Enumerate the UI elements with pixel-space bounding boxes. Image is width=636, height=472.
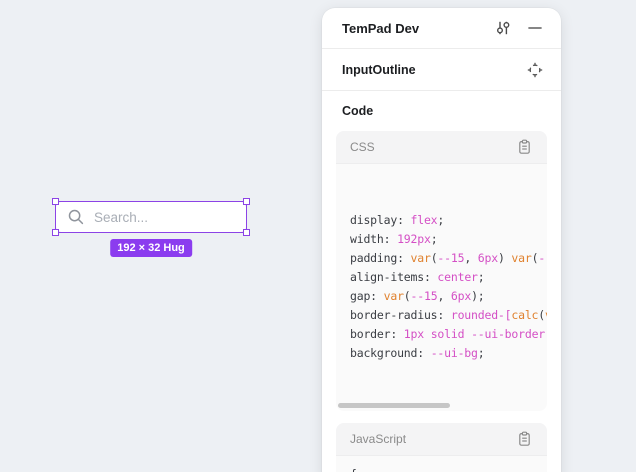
code-line: border: 1px solid --ui-border-c (350, 325, 547, 344)
code-line: background: --ui-bg; (350, 344, 547, 363)
js-code-block: { display: 'flex', width: '192px', paddi… (336, 456, 547, 472)
tempad-dev-panel: TemPad Dev InputOutline (322, 8, 561, 472)
code-line: align-items: center; (350, 268, 547, 287)
code-line: display: flex; (350, 211, 547, 230)
css-code-block: display: flex;width: 192px;padding: var(… (336, 164, 547, 411)
search-icon (67, 208, 85, 226)
component-name: InputOutline (342, 63, 524, 77)
js-code-card: JavaScript { display: 'flex', width: '19… (336, 423, 547, 472)
code-section: Code CSS display: flex;width: 192px;padd… (322, 91, 561, 472)
panel-title: TemPad Dev (342, 21, 492, 36)
code-line: gap: var(--15, 6px); (350, 287, 547, 306)
code-section-heading: Code (342, 104, 547, 119)
js-card-header: JavaScript (336, 423, 547, 456)
code-line: border-radius: rounded-[calc(var (350, 306, 547, 325)
locate-crosshair-icon[interactable] (524, 59, 546, 81)
selected-component-row: InputOutline (322, 49, 561, 91)
horizontal-scrollbar[interactable] (338, 403, 450, 408)
search-placeholder: Search... (94, 210, 148, 225)
css-code-card: CSS display: flex;width: 192px;padding: … (336, 131, 547, 411)
minimize-icon[interactable] (524, 17, 546, 39)
code-line: width: 192px; (350, 230, 547, 249)
panel-header: TemPad Dev (322, 8, 561, 49)
js-card-label: JavaScript (350, 432, 513, 446)
copy-css-icon[interactable] (513, 136, 535, 158)
code-line: padding: var(--15, 6px) var(--15 (350, 249, 547, 268)
copy-js-icon[interactable] (513, 428, 535, 450)
code-line: { (350, 465, 547, 472)
css-card-header: CSS (336, 131, 547, 164)
selection-size-badge: 192 × 32 Hug (110, 239, 192, 257)
css-card-label: CSS (350, 140, 513, 154)
search-input[interactable]: Search... (55, 201, 247, 233)
settings-sliders-icon[interactable] (492, 17, 514, 39)
